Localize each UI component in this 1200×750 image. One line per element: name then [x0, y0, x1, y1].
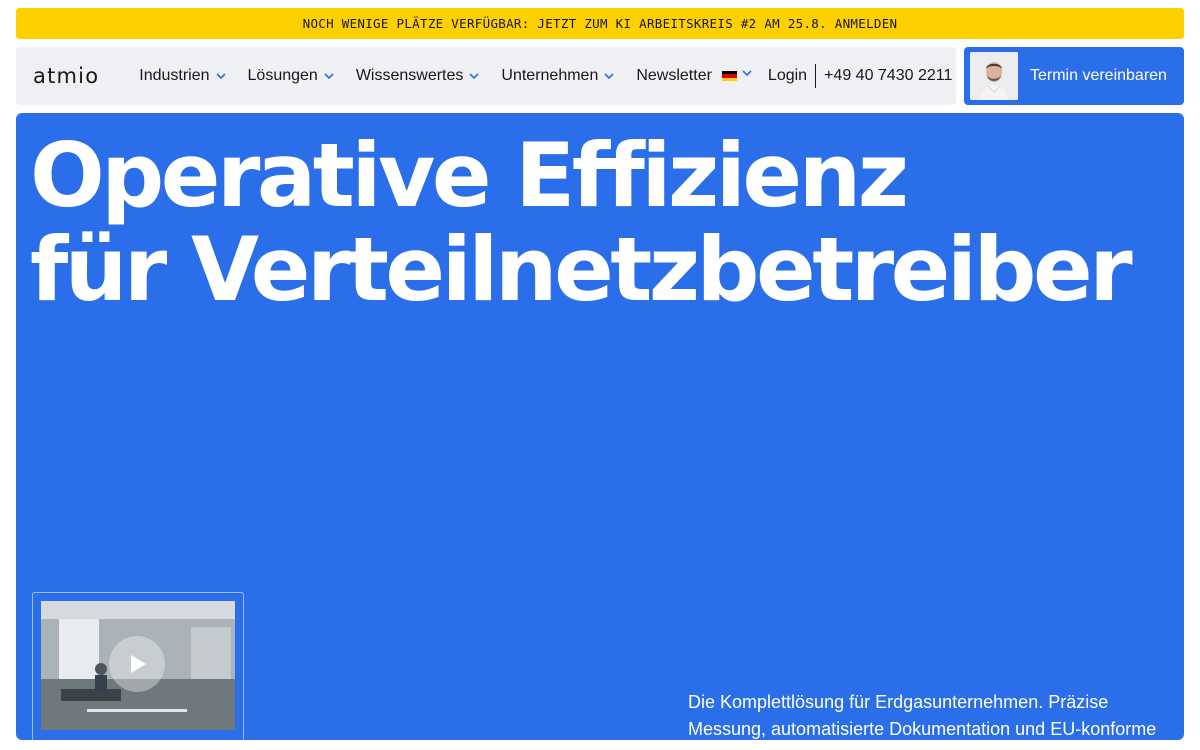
phone-link[interactable]: +49 40 7430 2211 [824, 67, 952, 85]
chevron-down-icon [740, 68, 754, 78]
chevron-down-icon [467, 71, 481, 81]
nav-divider [815, 64, 817, 88]
chevron-down-icon [322, 71, 336, 81]
nav-item-label: Lösungen [247, 67, 318, 84]
hero-subtitle: Die Komplettlösung für Erdgasunternehmen… [688, 692, 1157, 739]
chevron-down-icon [602, 71, 616, 81]
nav-item-industrien[interactable]: Industrien [139, 67, 227, 85]
nav-item-label: Wissenswertes [355, 67, 464, 84]
play-icon[interactable] [109, 636, 165, 692]
announcement-bar[interactable]: NOCH WENIGE PLÄTZE VERFÜGBAR: JETZT ZUM … [16, 8, 1184, 39]
hero-section: Operative Effizienz für Verteilnetzbetre… [16, 113, 1184, 740]
hero-heading-line-1: Operative Effizienz [30, 124, 909, 227]
announcement-text: NOCH WENIGE PLÄTZE VERFÜGBAR: JETZT ZUM … [302, 16, 898, 31]
book-appointment-button[interactable]: Termin vereinbaren [964, 47, 1184, 105]
nav-item-unternehmen[interactable]: Unternehmen [501, 67, 616, 85]
login-link[interactable]: Login [768, 67, 807, 85]
nav-item-loesungen[interactable]: Lösungen [248, 67, 336, 85]
hero-heading-line-2: für Verteilnetzbetreiber [30, 218, 1133, 321]
cta-label: Termin vereinbaren [1030, 67, 1167, 84]
german-flag-icon [721, 71, 737, 81]
main-navigation: atmio Industrien Lösungen Wissenswertes … [16, 47, 956, 105]
avatar [970, 52, 1018, 100]
video-thumbnail [41, 601, 235, 730]
hero-heading: Operative Effizienz für Verteilnetzbetre… [30, 124, 1133, 321]
chevron-down-icon [214, 71, 228, 81]
video-preview[interactable] [32, 592, 244, 740]
nav-item-label: Industrien [139, 67, 210, 84]
nav-item-label: Unternehmen [501, 67, 599, 84]
language-selector[interactable] [721, 68, 754, 81]
nav-item-wissenswertes[interactable]: Wissenswertes [356, 67, 482, 85]
atmio-logo[interactable]: atmio [33, 64, 99, 88]
nav-item-newsletter[interactable]: Newsletter [636, 67, 712, 85]
nav-item-label: Newsletter [636, 67, 712, 84]
